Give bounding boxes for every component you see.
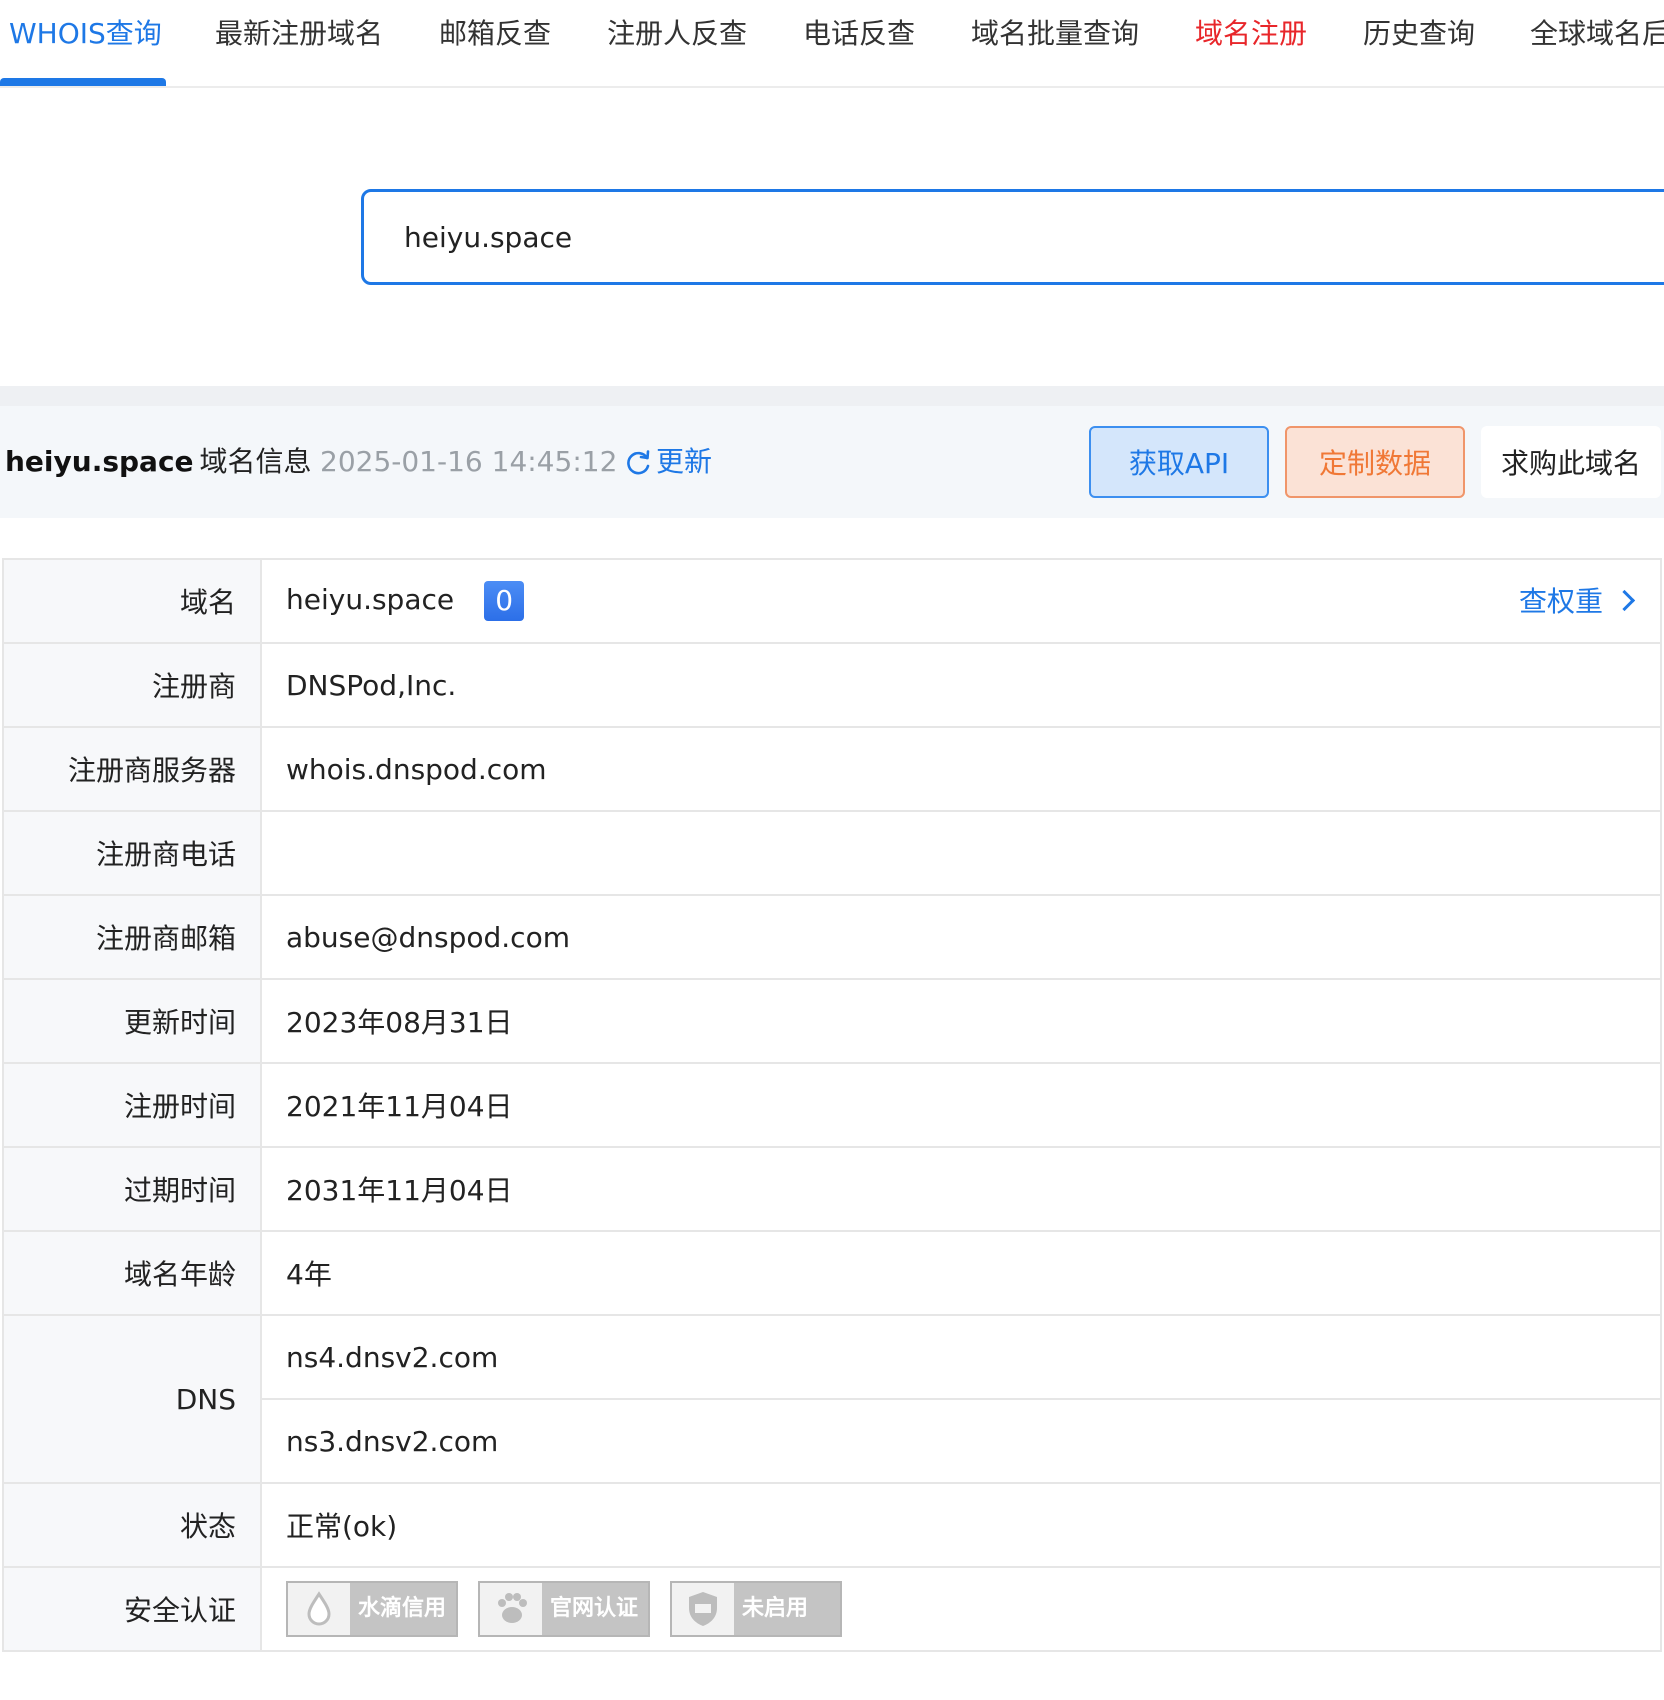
weight-badge[interactable]: 0: [484, 581, 525, 621]
dns-value: ns4.dnsv2.com: [260, 1314, 1662, 1400]
table-row: 域名年龄 4年: [2, 1230, 1662, 1316]
custom-data-button[interactable]: 定制数据: [1285, 426, 1465, 498]
row-value: 2031年11月04日: [260, 1146, 1662, 1232]
cert-ssl[interactable]: 未启用: [670, 1581, 842, 1637]
table-row: 安全认证 水滴信用 官网认证 未启用: [2, 1566, 1662, 1652]
row-value: whois.dnspod.com: [260, 726, 1662, 812]
row-label-dns: DNS: [2, 1314, 262, 1484]
table-row: 状态 正常(ok): [2, 1482, 1662, 1568]
row-value: [260, 810, 1662, 896]
info-title-suffix: 域名信息: [199, 445, 312, 478]
domain-value: heiyu.space: [286, 583, 455, 616]
row-value: 4年: [260, 1230, 1662, 1316]
row-label: 域名: [2, 558, 262, 644]
cert-label: 未启用: [742, 1596, 809, 1621]
search-box: [361, 189, 1664, 285]
refresh-icon: [627, 450, 650, 475]
row-label: 注册商邮箱: [2, 894, 262, 980]
tab-email-reverse[interactable]: 邮箱反查: [439, 14, 551, 54]
row-label: 过期时间: [2, 1146, 262, 1232]
whois-table: 域名 heiyu.space 0 查权重 注册商 DNSPod,Inc. 注册商服…: [2, 558, 1662, 1652]
table-row: 注册商 DNSPod,Inc.: [2, 642, 1662, 728]
row-label: 注册商电话: [2, 810, 262, 896]
tab-batch-query[interactable]: 域名批量查询: [971, 14, 1139, 54]
cert-label: 官网认证: [550, 1596, 639, 1621]
domain-info-title: heiyu.space 域名信息: [5, 442, 312, 482]
table-row: 注册商电话: [2, 810, 1662, 896]
status-value: 正常(ok): [260, 1482, 1662, 1568]
row-value: 2023年08月31日: [260, 978, 1662, 1064]
info-domain-name: heiyu.space: [5, 445, 194, 478]
water-drop-icon: [288, 1583, 350, 1635]
row-value-domain: heiyu.space 0 查权重: [260, 558, 1662, 644]
section-divider: [0, 386, 1664, 406]
domain-info-bar: heiyu.space 域名信息 2025-01-16 14:45:12 更新 获…: [0, 406, 1664, 518]
row-label: 注册时间: [2, 1062, 262, 1148]
buy-domain-button[interactable]: 求购此域名: [1481, 426, 1661, 498]
check-weight-label: 查权重: [1518, 585, 1603, 618]
table-row: 更新时间 2023年08月31日: [2, 978, 1662, 1064]
tab-latest-registered[interactable]: 最新注册域名: [215, 14, 383, 54]
row-label: 注册商服务器: [2, 726, 262, 812]
row-value: DNSPod,Inc.: [260, 642, 1662, 728]
ssl-shield-icon: [672, 1583, 734, 1635]
cert-water-credit[interactable]: 水滴信用: [286, 1581, 458, 1637]
get-api-button[interactable]: 获取API: [1089, 426, 1269, 498]
table-row: 注册时间 2021年11月04日: [2, 1062, 1662, 1148]
row-label: 更新时间: [2, 978, 262, 1064]
row-label: 状态: [2, 1482, 262, 1568]
tab-registrant-reverse[interactable]: 注册人反查: [607, 14, 747, 54]
check-weight-link[interactable]: 查权重: [1518, 582, 1636, 622]
tab-history[interactable]: 历史查询: [1363, 14, 1475, 54]
cert-label: 水滴信用: [358, 1596, 447, 1621]
row-label: 安全认证: [2, 1566, 262, 1652]
row-value: 2021年11月04日: [260, 1062, 1662, 1148]
paw-icon: [480, 1583, 542, 1635]
security-certs: 水滴信用 官网认证 未启用: [260, 1566, 1662, 1652]
row-label: 注册商: [2, 642, 262, 728]
table-row: 注册商服务器 whois.dnspod.com: [2, 726, 1662, 812]
tab-domain-register[interactable]: 域名注册: [1195, 14, 1307, 54]
query-timestamp: 2025-01-16 14:45:12: [320, 445, 618, 478]
row-label: 域名年龄: [2, 1230, 262, 1316]
row-value: abuse@dnspod.com: [260, 894, 1662, 980]
table-row: 域名 heiyu.space 0 查权重: [2, 558, 1662, 644]
refresh-button[interactable]: 更新: [624, 442, 712, 482]
tab-whois[interactable]: WHOIS查询: [9, 14, 162, 54]
table-row: 过期时间 2031年11月04日: [2, 1146, 1662, 1232]
tab-phone-reverse[interactable]: 电话反查: [803, 14, 915, 54]
dns-value: ns3.dnsv2.com: [260, 1398, 1662, 1484]
cert-official-site[interactable]: 官网认证: [478, 1581, 650, 1637]
search-input[interactable]: [404, 192, 1604, 282]
top-nav: WHOIS查询 最新注册域名 邮箱反查 注册人反查 电话反查 域名批量查询 域名…: [0, 0, 1664, 88]
table-row: 注册商邮箱 abuse@dnspod.com: [2, 894, 1662, 980]
tab-global-suffix[interactable]: 全球域名后缀: [1530, 14, 1664, 54]
table-row: DNS ns4.dnsv2.com: [2, 1314, 1662, 1484]
chevron-right-icon: [1613, 589, 1636, 612]
active-tab-indicator: [0, 78, 166, 86]
refresh-label: 更新: [656, 445, 713, 478]
